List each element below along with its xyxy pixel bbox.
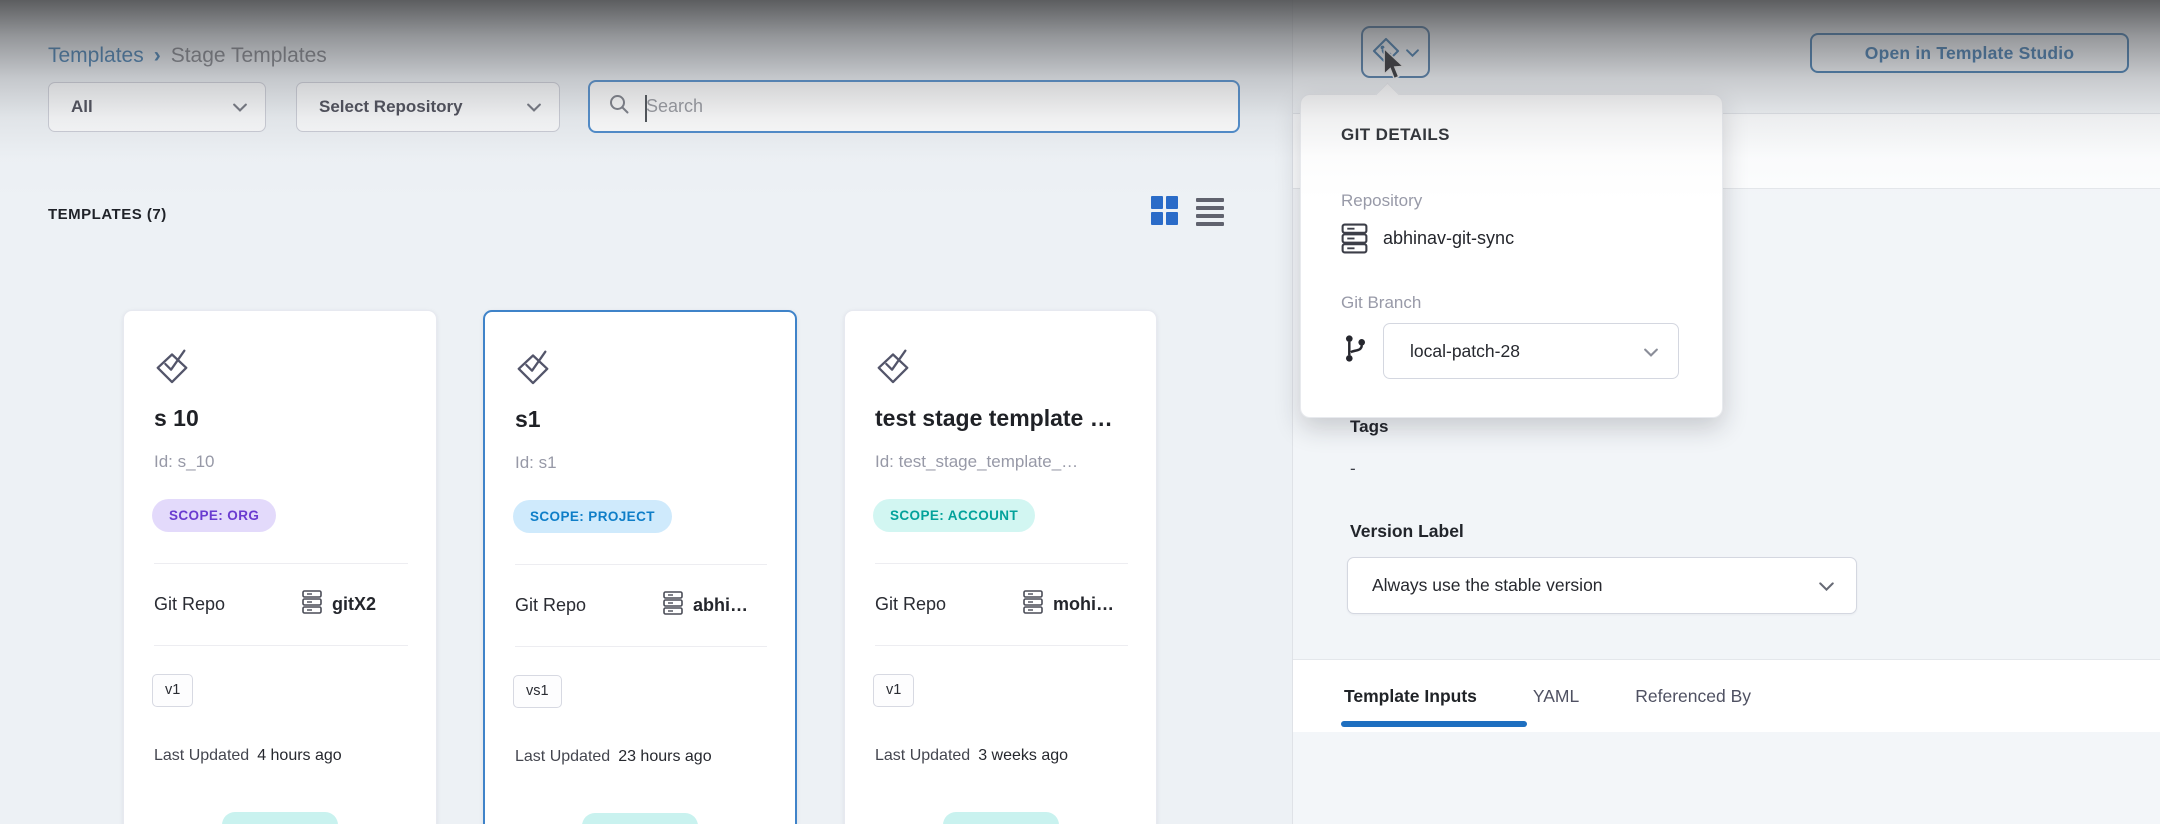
repository-label: Repository bbox=[1341, 191, 1422, 211]
divider bbox=[875, 563, 1128, 564]
git-repo-value: gitX2 bbox=[332, 594, 376, 615]
chevron-down-icon bbox=[1644, 341, 1658, 362]
tags-label: Tags bbox=[1350, 417, 1388, 437]
git-branch-dropdown[interactable]: local-patch-28 bbox=[1383, 323, 1679, 379]
git-branch-label: Git Branch bbox=[1341, 293, 1421, 313]
repository-icon bbox=[663, 591, 683, 620]
template-title: s1 bbox=[515, 406, 541, 433]
template-card-s1-selected[interactable]: s1 Id: s1 SCOPE: PROJECT Git Repo abhi… … bbox=[483, 310, 797, 824]
scope-filter-value: All bbox=[71, 97, 93, 117]
last-updated: Last Updated 3 weeks ago bbox=[875, 747, 1068, 765]
divider bbox=[875, 645, 1128, 646]
divider bbox=[154, 563, 408, 564]
scope-badge: SCOPE: ACCOUNT bbox=[873, 499, 1035, 532]
repository-filter-value: Select Repository bbox=[319, 97, 463, 117]
breadcrumb-templates-link[interactable]: Templates bbox=[48, 44, 144, 67]
detail-tabs: Template Inputs YAML Referenced By bbox=[1293, 659, 2160, 732]
git-sync-diamond-icon bbox=[1372, 37, 1400, 68]
git-branch-icon bbox=[1343, 333, 1368, 369]
git-details-title: GIT DETAILS bbox=[1341, 125, 1450, 145]
template-card-test-stage-template[interactable]: test stage template … Id: test_stage_tem… bbox=[844, 310, 1157, 824]
template-id: Id: test_stage_template_… bbox=[875, 452, 1078, 472]
git-branch-value: local-patch-28 bbox=[1410, 341, 1520, 362]
version-chip: v1 bbox=[152, 674, 193, 707]
last-updated: Last Updated 23 hours ago bbox=[515, 748, 712, 766]
search-input[interactable] bbox=[630, 96, 1238, 117]
git-repo-value: abhi… bbox=[693, 595, 748, 616]
tab-template-inputs[interactable]: Template Inputs bbox=[1344, 686, 1477, 707]
stage-template-icon bbox=[153, 343, 191, 390]
git-details-popover: GIT DETAILS Repository abhinav-git-sync … bbox=[1300, 94, 1723, 418]
version-label-dropdown[interactable]: Always use the stable version bbox=[1347, 557, 1857, 614]
template-card-s10[interactable]: s 10 Id: s_10 SCOPE: ORG Git Repo gitX2 … bbox=[123, 310, 437, 824]
tags-value: - bbox=[1350, 459, 1356, 479]
scope-badge: SCOPE: ORG bbox=[152, 499, 276, 532]
template-title: s 10 bbox=[154, 405, 199, 432]
chevron-down-icon bbox=[527, 103, 541, 112]
git-repo-label: Git Repo bbox=[515, 595, 586, 616]
templates-count-label: TEMPLATES (7) bbox=[48, 206, 167, 223]
open-in-template-studio-button[interactable]: Open in Template Studio bbox=[1810, 33, 2129, 73]
stage-type-pill bbox=[582, 813, 698, 824]
git-repo-label: Git Repo bbox=[875, 594, 946, 615]
last-updated-value: 23 hours ago bbox=[618, 748, 711, 765]
repository-value: abhinav-git-sync bbox=[1383, 228, 1514, 249]
last-updated-value: 4 hours ago bbox=[257, 747, 342, 764]
git-repo-value: mohi… bbox=[1053, 594, 1114, 615]
git-repo-label: Git Repo bbox=[154, 594, 225, 615]
last-updated-label: Last Updated bbox=[875, 747, 970, 764]
stage-template-icon bbox=[514, 344, 552, 391]
repository-icon bbox=[1341, 223, 1368, 259]
stage-template-icon bbox=[874, 343, 912, 390]
template-id: Id: s1 bbox=[515, 453, 557, 473]
breadcrumb-separator: › bbox=[154, 44, 161, 67]
version-label: Version Label bbox=[1350, 521, 1464, 542]
stage-type-pill bbox=[222, 812, 338, 824]
git-details-button[interactable] bbox=[1361, 26, 1430, 78]
text-caret bbox=[645, 95, 647, 122]
stage-type-pill bbox=[943, 812, 1059, 824]
repository-icon bbox=[302, 590, 322, 619]
scope-filter-dropdown[interactable]: All bbox=[48, 82, 266, 132]
divider bbox=[515, 564, 767, 565]
tab-yaml[interactable]: YAML bbox=[1533, 686, 1579, 707]
tab-content-area bbox=[1293, 732, 2160, 824]
tab-referenced-by[interactable]: Referenced By bbox=[1635, 686, 1751, 707]
version-chip: vs1 bbox=[513, 675, 562, 708]
template-title: test stage template … bbox=[875, 405, 1113, 432]
last-updated-label: Last Updated bbox=[154, 747, 249, 764]
breadcrumb-current: Stage Templates bbox=[171, 44, 327, 67]
active-tab-underline bbox=[1341, 721, 1527, 727]
repository-icon bbox=[1023, 590, 1043, 619]
template-id: Id: s_10 bbox=[154, 452, 215, 472]
list-view-icon[interactable] bbox=[1196, 198, 1224, 226]
divider bbox=[515, 646, 767, 647]
last-updated: Last Updated 4 hours ago bbox=[154, 747, 342, 765]
search-box bbox=[588, 80, 1240, 133]
version-chip: v1 bbox=[873, 674, 914, 707]
chevron-down-icon bbox=[1819, 575, 1834, 596]
templates-list-panel: Templates › Stage Templates All Select Rep… bbox=[0, 0, 1292, 824]
last-updated-value: 3 weeks ago bbox=[978, 747, 1068, 764]
last-updated-label: Last Updated bbox=[515, 748, 610, 765]
search-icon bbox=[608, 93, 630, 120]
scope-badge: SCOPE: PROJECT bbox=[513, 500, 672, 533]
chevron-down-icon bbox=[233, 103, 247, 112]
breadcrumb: Templates › Stage Templates bbox=[48, 44, 327, 68]
repository-filter-dropdown[interactable]: Select Repository bbox=[296, 82, 560, 132]
grid-view-icon[interactable] bbox=[1151, 196, 1181, 226]
chevron-down-icon bbox=[1406, 45, 1419, 60]
version-label-value: Always use the stable version bbox=[1372, 575, 1603, 596]
divider bbox=[154, 645, 408, 646]
